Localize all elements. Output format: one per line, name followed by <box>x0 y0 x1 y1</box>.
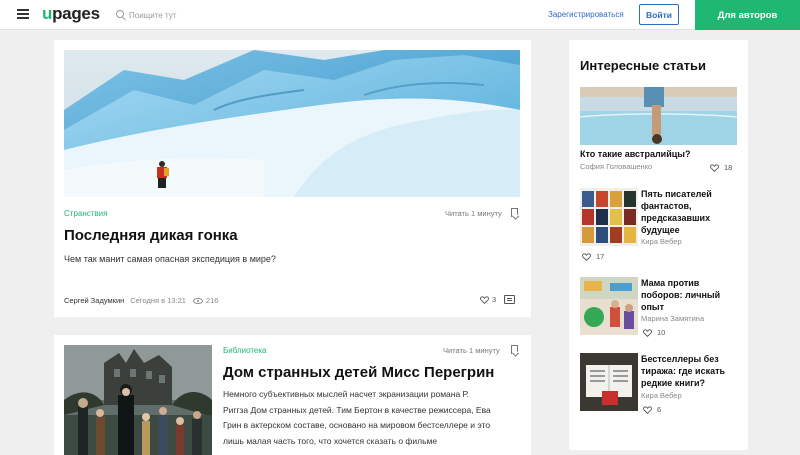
logo[interactable]: upages <box>42 4 100 24</box>
heart-icon[interactable] <box>643 405 652 414</box>
heart-icon[interactable] <box>643 328 652 337</box>
article-image-glacier[interactable] <box>64 50 520 197</box>
sidebar-item-author[interactable]: Марина Замятина <box>641 314 704 323</box>
article-image-movie[interactable] <box>64 345 212 455</box>
post-date: Сегодня в 13:21 <box>130 296 186 305</box>
article-category[interactable]: Библиотека <box>223 346 267 355</box>
sidebar-item-title[interactable]: Пять писателей фантастов, предсказавших … <box>641 188 712 236</box>
article-actions: 3 <box>480 295 516 304</box>
read-time: Читать 1 минуту <box>443 346 500 355</box>
read-time: Читать 1 минуту <box>445 209 502 218</box>
sidebar-item-image[interactable] <box>580 277 638 335</box>
like-count: 17 <box>596 252 605 261</box>
register-link[interactable]: Зарегистрироваться <box>548 10 624 19</box>
sidebar-item-likes: 6 <box>643 405 661 414</box>
menu-icon[interactable] <box>17 9 29 20</box>
article-title[interactable]: Последняя дикая гонка <box>64 227 238 244</box>
eye-icon <box>192 297 203 304</box>
article-card: Библиотека Читать 1 минуту Дом странных … <box>54 335 531 455</box>
search-box[interactable] <box>116 8 219 22</box>
like-count: 10 <box>657 328 666 337</box>
bookmark-icon[interactable] <box>511 208 518 217</box>
like-count: 6 <box>657 405 662 414</box>
sidebar-item-likes: 17 <box>582 252 604 261</box>
sidebar-item-image[interactable] <box>580 353 638 411</box>
sidebar-featured-author[interactable]: София Головашенко <box>580 162 652 171</box>
login-button[interactable]: Войти <box>639 4 679 25</box>
search-input[interactable] <box>129 10 219 20</box>
sidebar-item-title[interactable]: Бестселлеры без тиража: где искать редки… <box>641 353 725 389</box>
heart-icon[interactable] <box>710 163 719 172</box>
sidebar-interesting-articles: Интересные статьи Кто такие австралийцы?… <box>569 40 748 450</box>
article-title[interactable]: Дом странных детей Мисс Перегрин <box>223 364 494 381</box>
article-card: Странствия Читать 1 минуту Последняя дик… <box>54 40 531 317</box>
top-header: upages Зарегистрироваться Войти Для авто… <box>0 0 800 30</box>
author-name[interactable]: Сергей Задумкин <box>64 296 124 305</box>
article-excerpt: Немного субъективных мыслей насчет экран… <box>223 389 491 446</box>
sidebar-item-author[interactable]: Кира Вебер <box>641 391 682 400</box>
comment-icon[interactable] <box>504 295 516 304</box>
view-count: 216 <box>205 296 219 305</box>
like-count: 3 <box>492 295 497 304</box>
bookmark-icon[interactable] <box>511 345 518 354</box>
sidebar-heading: Интересные статьи <box>580 58 706 73</box>
like-count: 18 <box>724 163 733 172</box>
sidebar-item-author[interactable]: Кира Вебер <box>641 237 682 246</box>
article-meta: Сергей Задумкин Сегодня в 13:21 216 <box>64 296 218 305</box>
article-lede: Чем так манит самая опасная экспедиция в… <box>64 254 276 264</box>
heart-icon[interactable] <box>480 295 489 304</box>
sidebar-featured-image[interactable] <box>580 87 737 145</box>
sidebar-featured-likes: 18 <box>710 163 732 172</box>
search-icon[interactable] <box>116 10 126 20</box>
heart-icon[interactable] <box>582 252 591 261</box>
for-authors-button[interactable]: Для авторов <box>695 0 800 30</box>
sidebar-item-image[interactable] <box>580 188 638 246</box>
article-category[interactable]: Странствия <box>64 209 107 218</box>
sidebar-item-title[interactable]: Мама против поборов: личный опыт <box>641 277 720 313</box>
sidebar-featured-title[interactable]: Кто такие австралийцы? <box>580 148 690 160</box>
sidebar-item-likes: 10 <box>643 328 665 337</box>
